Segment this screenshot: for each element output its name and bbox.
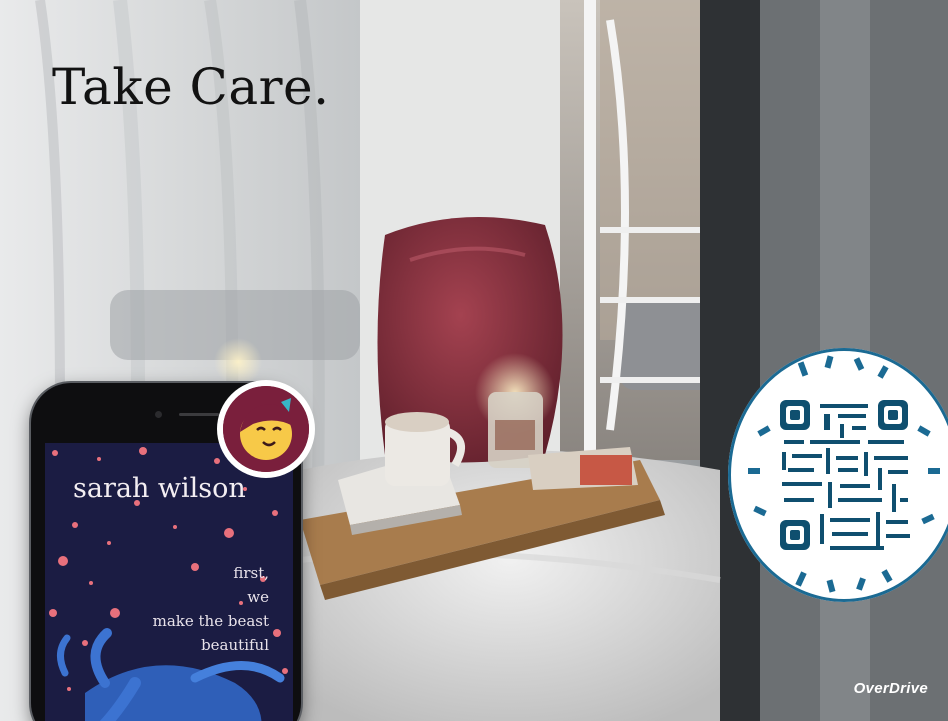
qr-code-icon	[748, 355, 940, 593]
book-author: sarah wilson	[73, 473, 246, 504]
libby-face-art	[223, 386, 309, 472]
qr-code-badge[interactable]	[728, 348, 948, 602]
book-title-line: make the beast	[152, 612, 269, 630]
book-title-line: beautiful	[201, 636, 269, 654]
overdrive-logo: OverDrive	[853, 680, 928, 697]
book-title: first, we make the beast beautiful	[153, 561, 269, 657]
phone-camera	[155, 411, 162, 418]
book-cover: sarah wilson first, we make the beast be…	[45, 443, 293, 721]
background-scene: Take Care. sarah wilson first, we make t…	[0, 0, 948, 721]
book-title-line: first,	[233, 564, 269, 582]
book-title-line: we	[247, 588, 269, 606]
headline: Take Care.	[52, 58, 330, 116]
libby-face	[223, 386, 309, 472]
libby-app-icon	[217, 380, 315, 478]
phone-speaker	[179, 413, 219, 416]
